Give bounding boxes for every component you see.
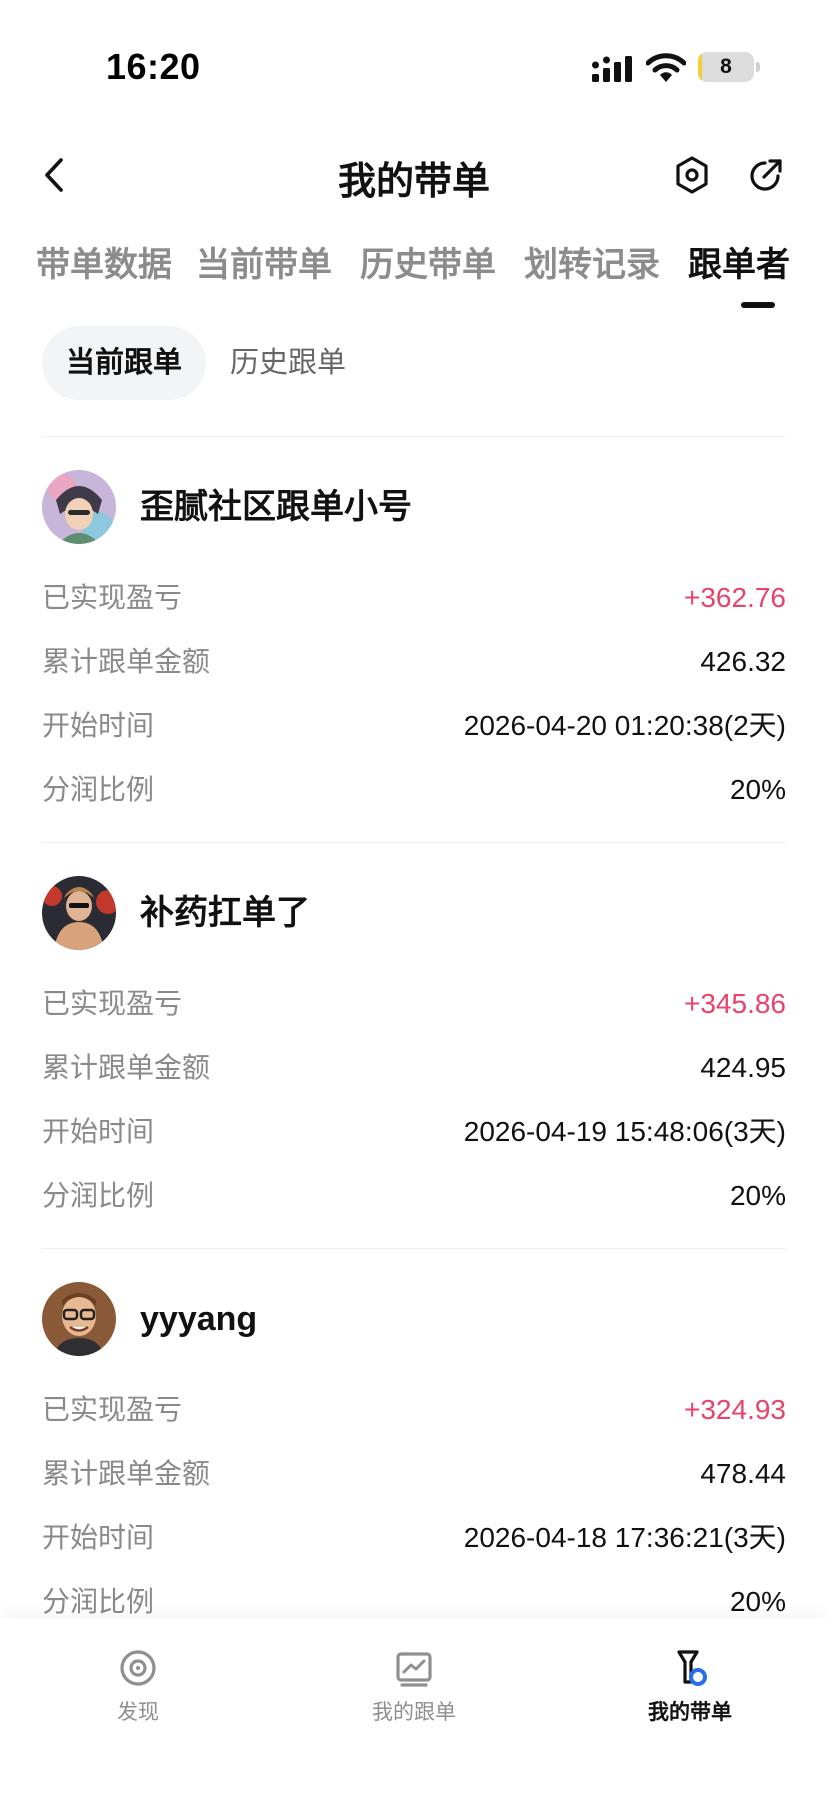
tab-followers[interactable]: 跟单者 [688,240,790,290]
realized-pnl-value: +362.76 [684,582,786,613]
avatar [42,876,116,950]
lead-trade-icon [677,1650,707,1686]
follower-name: yyyang [140,1300,258,1338]
tab-lead-data[interactable]: 带单数据 [36,240,172,290]
total-amount-row: 累计跟单金额 426.32 [42,640,786,684]
profit-share-row: 分润比例 20% [42,768,786,812]
realized-pnl-row: 已实现盈亏 +362.76 [42,576,786,620]
active-tab-indicator [741,302,775,308]
profit-share-value: 20% [729,774,786,805]
main-tabs: 带单数据 当前带单 历史带单 划转记录 跟单者 [0,240,828,310]
chevron-left-icon [45,158,63,192]
bottom-tab-my-lead[interactable]: 我的带单 [600,1648,780,1738]
realized-pnl-label: 已实现盈亏 [42,1394,183,1425]
realized-pnl-label: 已实现盈亏 [42,988,183,1019]
total-amount-label: 累计跟单金额 [42,1458,211,1489]
share-icon [750,159,782,191]
tab-history-lead[interactable]: 历史带单 [360,240,496,290]
start-time-label: 开始时间 [42,1116,155,1147]
settings-button[interactable] [670,152,714,198]
total-amount-row: 累计跟单金额 424.95 [42,1046,786,1090]
status-bar: 16:20 8 [0,0,828,120]
total-amount-label: 累计跟单金额 [42,646,211,677]
profit-share-row: 分润比例 20% [42,1174,786,1218]
discover-icon [120,1650,156,1686]
back-button[interactable] [34,150,74,200]
start-time-row: 开始时间 2026-04-18 17:36:21(3天) [42,1516,786,1560]
nav-bar: 我的带单 [0,130,828,220]
total-amount-value: 426.32 [700,646,786,677]
start-time-value: 2026-04-19 15:48:06(3天) [463,1116,786,1147]
total-amount-row: 累计跟单金额 478.44 [42,1452,786,1496]
profit-share-label: 分润比例 [42,774,155,805]
start-time-label: 开始时间 [42,710,155,741]
follower-card[interactable]: 补药扛单了 已实现盈亏 +345.86 累计跟单金额 424.95 开始时间 2… [42,876,786,1216]
bottom-tab-label: 发现 [117,1701,159,1724]
follower-card[interactable]: yyyang 已实现盈亏 +324.93 累计跟单金额 478.44 开始时间 … [42,1282,786,1622]
status-time: 16:20 [106,46,201,87]
subtab-history-follow[interactable]: 历史跟单 [230,326,346,400]
subtab-current-follow[interactable]: 当前跟单 [42,326,206,400]
avatar [42,1282,116,1356]
bottom-tab-label: 我的带单 [648,1701,732,1724]
follower-card[interactable]: 歪腻社区跟单小号 已实现盈亏 +362.76 累计跟单金额 426.32 开始时… [42,470,786,810]
bottom-tab-discover[interactable]: 发现 [48,1648,228,1738]
hexagon-settings-icon [676,156,708,194]
realized-pnl-value: +345.86 [684,988,786,1019]
avatar [42,470,116,544]
battery-tip [756,62,760,72]
tab-current-lead[interactable]: 当前带单 [196,240,332,290]
start-time-label: 开始时间 [42,1522,155,1553]
realized-pnl-row: 已实现盈亏 +324.93 [42,1388,786,1432]
realized-pnl-value: +324.93 [684,1394,786,1425]
start-time-value: 2026-04-18 17:36:21(3天) [463,1522,786,1553]
chart-icon [396,1652,432,1687]
bottom-nav-bar: 发现 我的跟单 我的带单 [0,1618,828,1801]
profit-share-label: 分润比例 [42,1180,155,1211]
start-time-row: 开始时间 2026-04-20 01:20:38(2天) [42,704,786,748]
battery-indicator: 8 [698,52,754,82]
divider [42,436,786,437]
battery-level: 8 [720,55,732,78]
start-time-row: 开始时间 2026-04-19 15:48:06(3天) [42,1110,786,1154]
realized-pnl-label: 已实现盈亏 [42,582,183,613]
start-time-value: 2026-04-20 01:20:38(2天) [463,710,786,741]
divider [42,842,786,843]
total-amount-value: 478.44 [700,1458,786,1489]
tab-transfer-records[interactable]: 划转记录 [524,240,660,290]
share-button[interactable] [744,152,788,198]
total-amount-label: 累计跟单金额 [42,1052,211,1083]
profit-share-value: 20% [729,1180,786,1211]
bottom-tab-my-follow[interactable]: 我的跟单 [324,1648,504,1738]
realized-pnl-row: 已实现盈亏 +345.86 [42,982,786,1026]
divider [42,1248,786,1249]
bottom-tab-label: 我的跟单 [372,1701,456,1724]
follower-name: 歪腻社区跟单小号 [140,488,412,526]
cellular-signal-icon [592,56,632,82]
total-amount-value: 424.95 [700,1052,786,1083]
wifi-icon [646,53,686,82]
follower-name: 补药扛单了 [140,894,310,932]
